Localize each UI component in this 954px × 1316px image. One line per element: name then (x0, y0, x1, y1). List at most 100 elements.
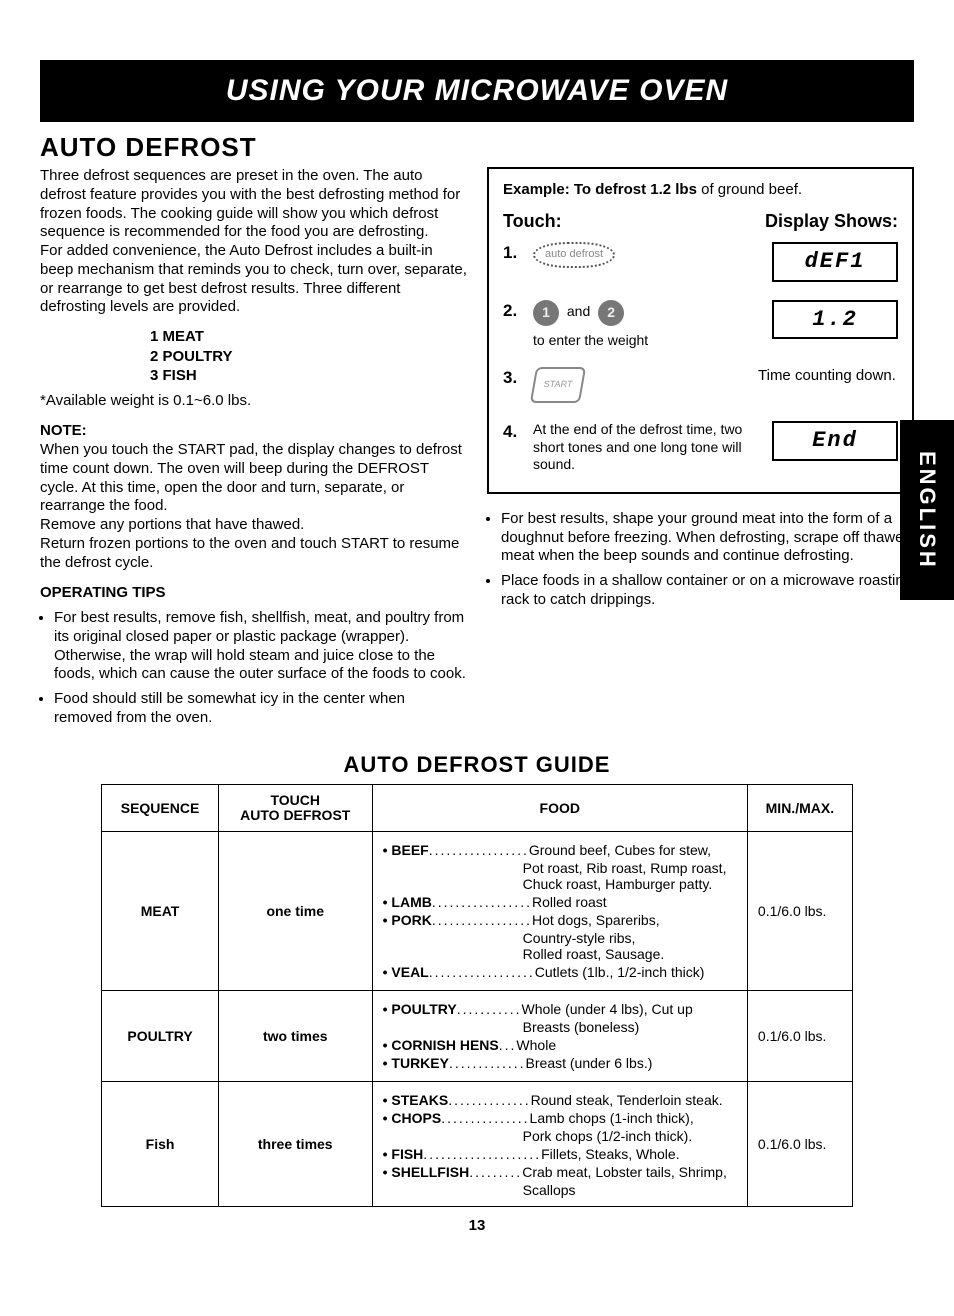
food-label: • LAMB (383, 894, 432, 910)
note-heading: NOTE: (40, 422, 467, 441)
display-readout: dEF1 (772, 242, 898, 282)
food-cell: • BEEF .................Ground beef, Cub… (372, 832, 747, 991)
food-description: Whole (516, 1037, 737, 1053)
tips-left-list: For best results, remove fish, shellfish… (40, 609, 467, 728)
tip-item: Food should still be somewhat icy in the… (54, 690, 467, 728)
leader-dots: ............. (449, 1055, 526, 1071)
section-heading: AUTO DEFROST (40, 132, 914, 163)
food-row: • CHOPS ...............Lamb chops (1-inc… (383, 1110, 737, 1126)
level-3: 3 FISH (150, 366, 467, 386)
level-2: 2 POULTRY (150, 347, 467, 367)
leader-dots: ............... (441, 1110, 529, 1126)
food-continuation: Scallops (523, 1182, 737, 1198)
weight-note: *Available weight is 0.1~6.0 lbs. (40, 392, 467, 411)
keypad-2-icon: 2 (598, 300, 624, 326)
food-row: • STEAKS ..............Round steak, Tend… (383, 1092, 737, 1108)
example-step-1: 1. auto defrost dEF1 (503, 242, 898, 282)
food-label: • VEAL (383, 964, 429, 980)
food-label: • PORK (383, 912, 432, 928)
food-label: • CHOPS (383, 1110, 442, 1126)
food-description: Round steak, Tenderloin steak. (531, 1092, 737, 1108)
page: USING YOUR MICROWAVE OVEN AUTO DEFROST T… (0, 0, 954, 1254)
food-label: • POULTRY (383, 1001, 457, 1017)
food-row: • POULTRY ...........Whole (under 4 lbs)… (383, 1001, 737, 1017)
th-sequence: SEQUENCE (102, 784, 219, 832)
food-row: • SHELLFISH.........Crab meat, Lobster t… (383, 1164, 737, 1180)
food-description: Ground beef, Cubes for stew, (529, 842, 737, 858)
defrost-guide-table: SEQUENCE TOUCHAUTO DEFROST FOOD MIN./MAX… (101, 784, 853, 1208)
table-row: MEATone time• BEEF .................Grou… (102, 832, 853, 991)
display-header: Display Shows: (765, 210, 898, 233)
food-row: • BEEF .................Ground beef, Cub… (383, 842, 737, 858)
leader-dots: ......... (469, 1164, 522, 1180)
display-readout: End (772, 421, 898, 461)
food-cell: • POULTRY ...........Whole (under 4 lbs)… (372, 991, 747, 1082)
food-description: Hot dogs, Spareribs, (532, 912, 737, 928)
display-readout: 1.2 (772, 300, 898, 340)
food-row: • CORNISH HENS ...Whole (383, 1037, 737, 1053)
food-continuation: Rolled roast, Sausage. (523, 946, 737, 962)
tips-right-list: For best results, shape your ground meat… (487, 510, 914, 610)
left-column: Three defrost sequences are preset in th… (40, 167, 467, 734)
food-description: Rolled roast (532, 894, 737, 910)
food-continuation: Breasts (boneless) (523, 1019, 737, 1035)
food-label: • BEEF (383, 842, 429, 858)
guide-heading: AUTO DEFROST GUIDE (40, 752, 914, 778)
example-box: Example: To defrost 1.2 lbs of ground be… (487, 167, 914, 494)
leader-dots: .................... (423, 1146, 541, 1162)
food-row: • LAMB .................Rolled roast (383, 894, 737, 910)
example-step-3: 3. START Time counting down. (503, 367, 898, 403)
tip-item: For best results, remove fish, shellfish… (54, 609, 467, 684)
leader-dots: ................. (429, 842, 529, 858)
touch-cell: three times (218, 1082, 372, 1207)
sequence-cell: Fish (102, 1082, 219, 1207)
table-row: POULTRYtwo times• POULTRY ...........Who… (102, 991, 853, 1082)
start-button-icon: START (530, 367, 586, 403)
sequence-cell: POULTRY (102, 991, 219, 1082)
end-tone-note: At the end of the defrost time, two shor… (533, 421, 760, 474)
food-description: Breast (under 6 lbs.) (526, 1055, 737, 1071)
example-title: Example: To defrost 1.2 lbs of ground be… (503, 181, 898, 200)
title-bar: USING YOUR MICROWAVE OVEN (40, 60, 914, 122)
minmax-cell: 0.1/6.0 lbs. (747, 1082, 852, 1207)
food-row: • TURKEY .............Breast (under 6 lb… (383, 1055, 737, 1071)
food-label: • CORNISH HENS (383, 1037, 499, 1053)
food-row: • VEAL ..................Cutlets (1lb., … (383, 964, 737, 980)
food-description: Crab meat, Lobster tails, Shrimp, (522, 1164, 737, 1180)
food-description: Fillets, Steaks, Whole. (541, 1146, 737, 1162)
th-food: FOOD (372, 784, 747, 832)
leader-dots: ........... (457, 1001, 522, 1017)
food-description: Lamb chops (1-inch thick), (530, 1110, 737, 1126)
th-minmax: MIN./MAX. (747, 784, 852, 832)
th-touch: TOUCHAUTO DEFROST (218, 784, 372, 832)
food-continuation: Chuck roast, Hamburger patty. (523, 876, 737, 892)
tip-item: Place foods in a shallow container or on… (501, 572, 914, 610)
example-step-4: 4. At the end of the defrost time, two s… (503, 421, 898, 474)
touch-cell: two times (218, 991, 372, 1082)
leader-dots: ................. (432, 894, 532, 910)
leader-dots: .................. (429, 964, 535, 980)
food-description: Cutlets (1lb., 1/2-inch thick) (535, 964, 737, 980)
leader-dots: .............. (448, 1092, 530, 1108)
time-counting-text: Time counting down. (758, 367, 898, 386)
auto-defrost-button-icon: auto defrost (533, 242, 615, 268)
food-continuation: Country-style ribs, (523, 930, 737, 946)
tip-item: For best results, shape your ground meat… (501, 510, 914, 566)
note-body: When you touch the START pad, the displa… (40, 441, 467, 572)
right-column: Example: To defrost 1.2 lbs of ground be… (487, 167, 914, 734)
sequence-cell: MEAT (102, 832, 219, 991)
page-number: 13 (40, 1217, 914, 1234)
touch-cell: one time (218, 832, 372, 991)
food-label: • SHELLFISH (383, 1164, 470, 1180)
intro-paragraph-2: For added convenience, the Auto Defrost … (40, 242, 467, 317)
minmax-cell: 0.1/6.0 lbs. (747, 832, 852, 991)
enter-weight-note: to enter the weight (533, 332, 760, 350)
and-text: and (567, 303, 590, 319)
food-label: • TURKEY (383, 1055, 449, 1071)
food-row: • FISH....................Fillets, Steak… (383, 1146, 737, 1162)
level-1: 1 MEAT (150, 327, 467, 347)
leader-dots: ... (499, 1037, 517, 1053)
touch-header: Touch: (503, 210, 562, 233)
food-continuation: Pot roast, Rib roast, Rump roast, (523, 860, 737, 876)
leader-dots: ................. (432, 912, 532, 928)
